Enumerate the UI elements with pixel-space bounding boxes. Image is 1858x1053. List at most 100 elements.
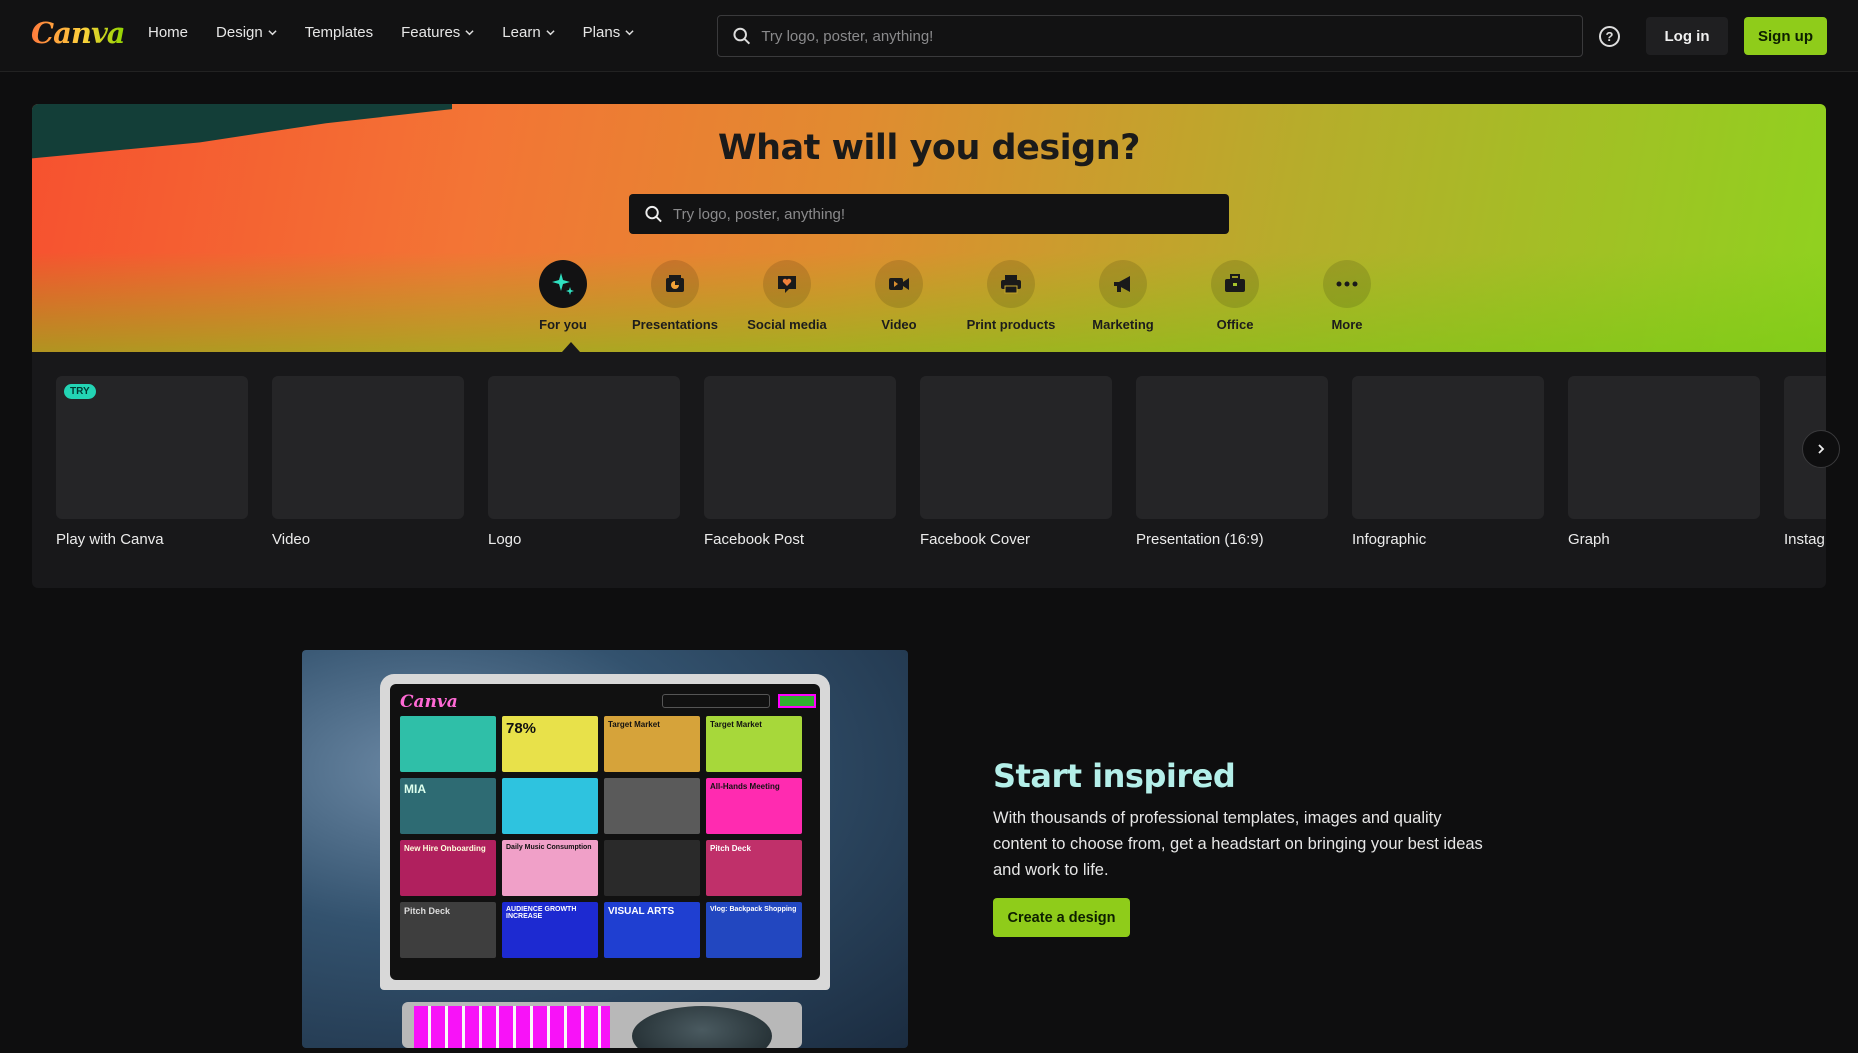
card-thumbnail [272, 376, 464, 519]
card-thumbnail [488, 376, 680, 519]
category-label: Video [881, 317, 917, 332]
laptop: Canva 78% Target Market Target Market MI… [380, 674, 830, 990]
help-icon[interactable]: ? [1599, 26, 1620, 47]
template-tile: All-Hands Meeting [706, 778, 802, 834]
category-row: For you Presentations Social media Video… [507, 260, 1403, 332]
nav-label: Plans [582, 24, 621, 41]
nav-learn[interactable]: Learn [502, 24, 555, 41]
template-tile: 78% [502, 716, 598, 772]
template-grid: 78% Target Market Target Market MIA All-… [400, 716, 802, 958]
design-type-carousel: TRY Play with Canva Video Logo Facebook … [32, 352, 1826, 588]
chevron-right-icon [1818, 444, 1825, 454]
nav-label: Templates [304, 24, 374, 41]
printer-icon [987, 260, 1035, 308]
design-card-logo[interactable]: Logo [488, 376, 680, 548]
card-label: Facebook Cover [920, 531, 1031, 548]
design-card-presentation[interactable]: Presentation (16:9) [1136, 376, 1328, 548]
briefcase-icon [1211, 260, 1259, 308]
design-card-video[interactable]: Video [272, 376, 464, 548]
presentation-icon [651, 260, 699, 308]
hero-search-input[interactable] [673, 205, 1229, 223]
category-label: Office [1216, 317, 1254, 332]
search-icon [733, 27, 751, 45]
nav-templates[interactable]: Templates [305, 24, 373, 41]
promo-title: Start inspired [993, 757, 1236, 795]
card-thumbnail: TRY [56, 376, 248, 519]
hero-search-box[interactable] [629, 194, 1229, 234]
card-label: Graph [1568, 531, 1610, 548]
card-thumbnail [1136, 376, 1328, 519]
promo-description: With thousands of professional templates… [993, 809, 1483, 879]
sparkle-icon [539, 260, 587, 308]
template-tile [604, 840, 700, 896]
template-tile: VISUAL ARTS [604, 902, 700, 958]
nav-features[interactable]: Features [401, 24, 474, 41]
category-label: More [1331, 317, 1363, 332]
nav-plans[interactable]: Plans [583, 24, 635, 41]
template-tile: New Hire Onboarding [400, 840, 496, 896]
nav-design[interactable]: Design [216, 24, 277, 41]
template-tile: Pitch Deck [400, 902, 496, 958]
card-label: Logo [488, 531, 522, 548]
chevron-down-icon [268, 30, 277, 36]
try-badge: TRY [64, 384, 96, 399]
card-label: Infographic [1352, 531, 1427, 548]
design-card-graph[interactable]: Graph [1568, 376, 1760, 548]
screen-logo: Canva [400, 692, 458, 712]
category-for-you[interactable]: For you [507, 260, 619, 332]
card-thumbnail [920, 376, 1112, 519]
carousel-next-button[interactable] [1802, 430, 1840, 468]
signup-button[interactable]: Sign up [1744, 17, 1827, 55]
nav-label: Design [216, 24, 263, 41]
megaphone-icon [1099, 260, 1147, 308]
category-office[interactable]: Office [1179, 260, 1291, 332]
category-label: Social media [747, 317, 827, 332]
hero-title: What will you design? [718, 128, 1140, 168]
nav-home[interactable]: Home [148, 24, 188, 41]
category-label: For you [539, 317, 587, 332]
template-tile: AUDIENCE GROWTH INCREASE [502, 902, 598, 958]
top-navigation-bar: Canva Home Design Templates Features Lea… [0, 0, 1858, 72]
category-social-media[interactable]: Social media [731, 260, 843, 332]
card-label: Facebook Post [704, 531, 805, 548]
login-button[interactable]: Log in [1646, 17, 1728, 55]
heart-chat-icon [763, 260, 811, 308]
more-dots-icon [1323, 260, 1371, 308]
create-design-button[interactable]: Create a design [993, 898, 1130, 937]
category-print-products[interactable]: Print products [955, 260, 1067, 332]
nav-label: Home [148, 24, 189, 41]
card-label: Presentation (16:9) [1136, 531, 1264, 548]
template-tile [502, 778, 598, 834]
top-search-box[interactable] [717, 15, 1583, 57]
design-card-play-with-canva[interactable]: TRY Play with Canva [56, 376, 248, 548]
card-label: Instag [1784, 531, 1825, 548]
category-label: Presentations [632, 317, 718, 332]
card-label: Video [272, 531, 311, 548]
nav-label: Features [401, 24, 461, 41]
category-more[interactable]: More [1291, 260, 1403, 332]
card-thumbnail [704, 376, 896, 519]
video-camera-icon [875, 260, 923, 308]
category-presentations[interactable]: Presentations [619, 260, 731, 332]
template-tile: Target Market [706, 716, 802, 772]
screen-button [778, 694, 816, 708]
template-tile [400, 716, 496, 772]
design-card-facebook-post[interactable]: Facebook Post [704, 376, 896, 548]
chevron-down-icon [625, 30, 634, 36]
template-tile: MIA [400, 778, 496, 834]
template-tile [604, 778, 700, 834]
screen-search-bar [662, 694, 770, 708]
category-video[interactable]: Video [843, 260, 955, 332]
card-thumbnail [1568, 376, 1760, 519]
nav-label: Learn [502, 24, 541, 41]
design-card-facebook-cover[interactable]: Facebook Cover [920, 376, 1112, 548]
design-card-infographic[interactable]: Infographic [1352, 376, 1544, 548]
category-marketing[interactable]: Marketing [1067, 260, 1179, 332]
template-tile: Daily Music Consumption [502, 840, 598, 896]
canva-logo[interactable]: Canva [31, 16, 126, 50]
category-label: Print products [966, 317, 1056, 332]
template-tile: Vlog: Backpack Shopping [706, 902, 802, 958]
top-search-input[interactable] [761, 27, 1582, 45]
template-tile: Target Market [604, 716, 700, 772]
card-label: Play with Canva [56, 531, 164, 548]
